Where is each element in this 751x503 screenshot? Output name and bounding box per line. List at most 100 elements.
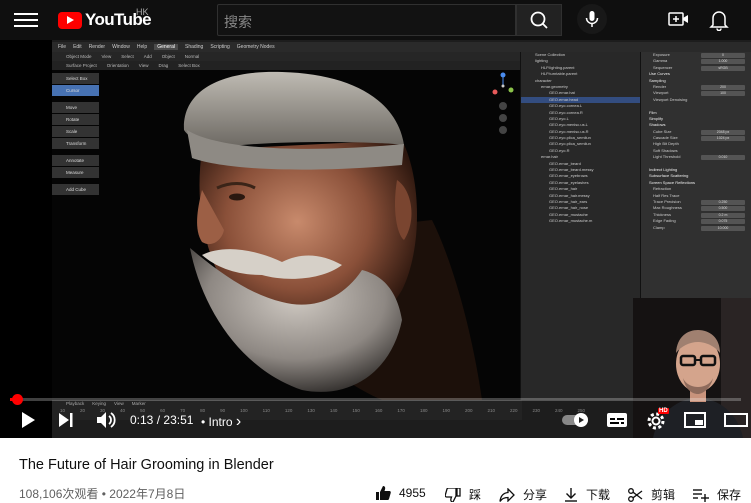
blender-outliner: Scene Collection lighting HLP.lighting.par… [520,52,640,400]
video-meta: 108,106次观看 • 2022年7月8日 [19,485,185,502]
youtube-play-icon [58,11,82,29]
outliner-row[interactable]: GEO.ernar_mustache.m [521,218,640,224]
property-value[interactable]: 100 [701,91,745,97]
time-separator: / [156,413,161,427]
blender-menu-item[interactable]: Help [137,44,147,50]
blender-toolbar: Select Box Cursor Move Rotate Scale Transform… [52,73,99,196]
property-value[interactable]: sRGB [701,65,745,71]
download-button[interactable]: 下载 [564,486,610,503]
thumbs-down-icon [445,487,461,502]
share-button[interactable]: 分享 [499,486,547,503]
search-placeholder: 搜索 [224,14,252,30]
upload-date: 2022年7月8日 [109,487,186,501]
current-time: 0:13 [130,413,154,427]
blender-tool-setting[interactable]: View [139,63,149,68]
blender-header-item[interactable]: View [102,54,112,59]
property-value[interactable]: 0.010 [701,155,745,161]
property-value[interactable]: 0 [701,53,745,58]
blender-tool-setting[interactable]: Surface Project [66,63,97,68]
youtube-logo[interactable]: YouTube HK [58,7,152,30]
voice-search-button[interactable] [577,4,607,34]
blender-menu-item[interactable]: Shading [185,44,203,50]
property-value[interactable]: 0.075 [701,219,745,225]
hamburger-menu-icon[interactable] [14,10,38,30]
duration: 23:51 [163,413,194,427]
blender-menu-item[interactable]: Geometry Nodes [237,44,275,50]
search-input[interactable]: 搜索 [217,4,516,36]
blender-menu-item[interactable]: Render [89,44,105,50]
property-value[interactable]: 1024 px [701,136,745,142]
property-value[interactable]: 1.000 [701,59,745,65]
share-icon [499,487,515,502]
property-value[interactable]: 200 [701,84,745,90]
blender-header-item[interactable]: Object Mode [66,54,92,59]
blender-header-item[interactable]: Normal [185,54,200,59]
property-label: Subsurface Scattering [649,173,689,179]
blender-tool-move[interactable]: Move [52,102,99,113]
blender-header-item[interactable]: Object [162,54,175,59]
blender-menu-item[interactable]: General [154,44,178,50]
play-icon[interactable] [19,411,37,429]
property-label: Half Res Trace [653,192,680,198]
blender-tool-select-box[interactable]: Select Box [52,73,99,84]
property-label: Indirect Lighting [649,167,678,173]
blender-tool-scale[interactable]: Scale [52,126,99,137]
blender-tool-rotate[interactable]: Rotate [52,114,99,125]
blender-tool-setting[interactable]: Drag [158,63,168,68]
download-icon [565,487,577,502]
search-button[interactable] [516,4,562,36]
save-button[interactable]: 保存 [693,486,741,503]
blender-tool-annotate[interactable]: Annotate [52,155,99,166]
blender-menu-item[interactable]: Scripting [210,44,229,50]
subtitles-icon[interactable] [606,411,628,429]
next-video-icon[interactable] [57,411,75,429]
microphone-icon [585,11,599,27]
video-player[interactable]: File Edit Render Window Help General Shading Sc… [0,40,751,438]
notifications-button[interactable] [709,9,729,32]
properties-row[interactable]: Clamp 10.000 [641,225,751,231]
blender-menu-item[interactable]: Edit [73,44,82,50]
property-label: High Bit Depth [653,141,679,147]
like-button[interactable]: 4955 [375,486,426,500]
property-value[interactable]: 0.250 [701,199,745,205]
theater-mode-icon[interactable] [724,411,751,429]
blender-tool-settings: Surface Project Orientation View Drag Select… [52,61,522,70]
chapter-button[interactable]: • Intro › [201,413,241,431]
create-video-button[interactable] [668,10,690,28]
property-label: Cascade Size [653,135,678,141]
clip-button[interactable]: 剪辑 [628,486,675,503]
blender-menu-item[interactable]: Window [112,44,130,50]
autoplay-toggle[interactable] [561,412,591,428]
volume-icon[interactable] [95,410,117,430]
property-value[interactable]: 10.000 [701,225,745,231]
blender-tool-transform[interactable]: Transform [52,138,99,149]
property-label: Thickness [653,211,672,217]
property-label: Clamp [653,224,665,230]
dislike-label: 踩 [469,488,482,502]
property-label: Viewport [653,90,669,96]
property-value[interactable]: 0.500 [701,206,745,212]
meta-separator: • [101,487,106,501]
progress-bar[interactable] [10,394,741,405]
character-render [183,71,482,400]
dislike-button[interactable]: 踩 [445,486,481,503]
blender-header-item[interactable]: Add [144,54,152,59]
property-label: Cube Size [653,128,672,134]
blender-tool-cursor[interactable]: Cursor [52,85,99,96]
share-label: 分享 [523,488,548,502]
blender-tool-setting[interactable]: Select Box [178,63,200,68]
blender-header-item[interactable]: Select [121,54,134,59]
property-value[interactable]: 2048 px [701,129,745,135]
blender-menu-item[interactable]: File [58,44,66,50]
miniplayer-icon[interactable] [684,411,706,429]
search-icon [530,11,548,29]
property-value[interactable]: 0.2 m [701,212,745,218]
blender-tool-add-cube[interactable]: Add Cube [52,184,99,195]
settings-button[interactable]: HD [645,408,669,432]
blender-tool-setting[interactable]: Orientation [107,63,129,68]
blender-tool-measure[interactable]: Measure [52,167,99,178]
property-label: Exposure [653,52,670,57]
property-label: Viewport Denoising [653,96,688,102]
bell-icon [709,11,729,32]
navigation-gizmo[interactable] [490,72,516,142]
